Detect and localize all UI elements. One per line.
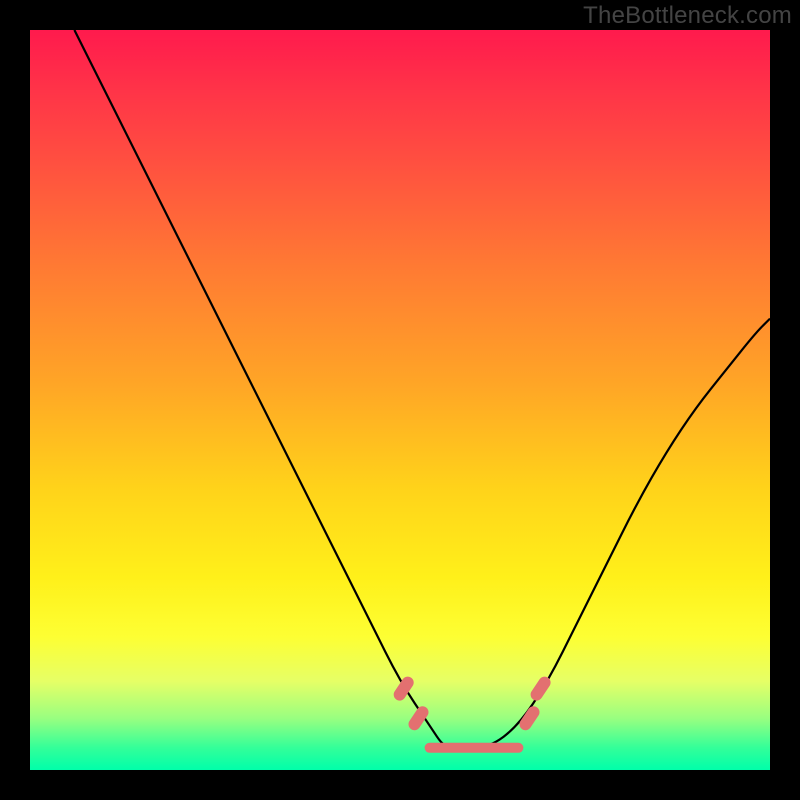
curve-marker bbox=[400, 683, 408, 695]
curve-marker bbox=[415, 712, 423, 724]
plot-area bbox=[30, 30, 770, 770]
curve-layer bbox=[30, 30, 770, 770]
chart-frame: TheBottleneck.com bbox=[0, 0, 800, 800]
watermark-text: TheBottleneck.com bbox=[583, 2, 792, 30]
curve-marker bbox=[537, 683, 545, 695]
marker-group bbox=[400, 683, 545, 725]
bottleneck-curve bbox=[74, 30, 770, 748]
curve-marker bbox=[526, 712, 534, 724]
